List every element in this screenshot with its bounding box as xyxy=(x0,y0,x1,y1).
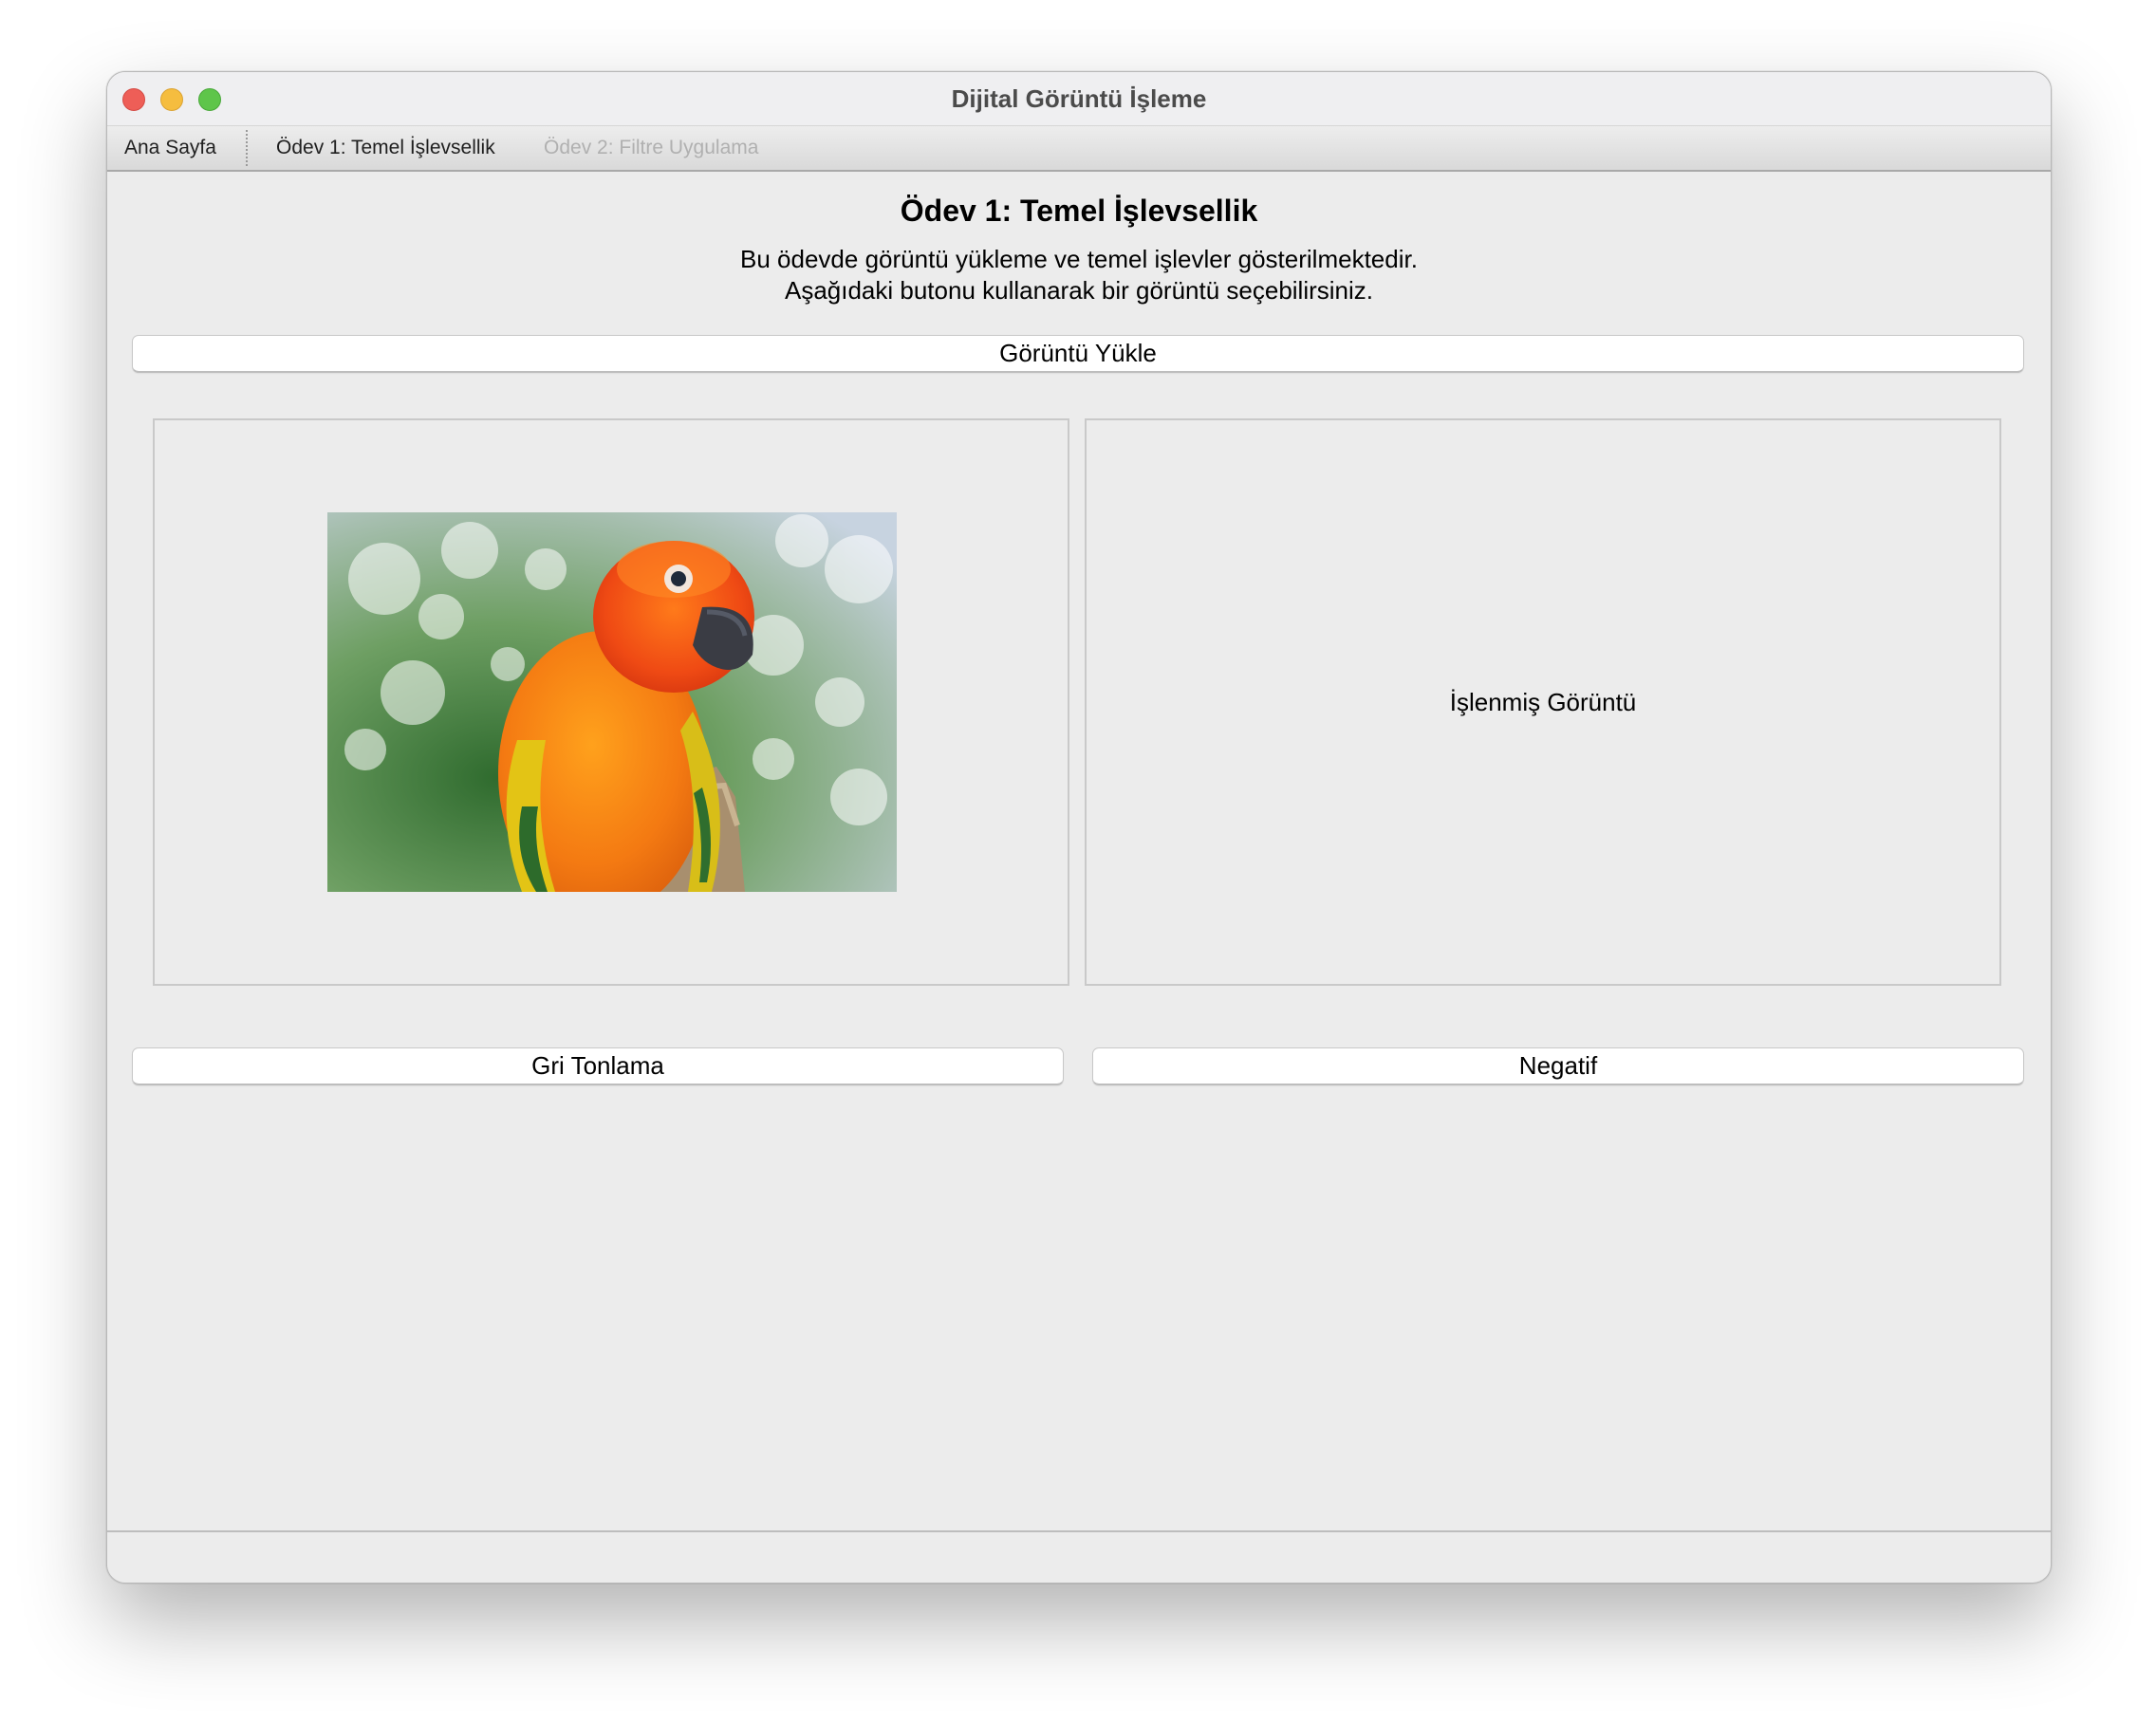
original-image xyxy=(327,512,897,892)
parrot-photo xyxy=(327,512,897,892)
tab-separator xyxy=(246,130,248,166)
page-title: Ödev 1: Temel İşlevsellik xyxy=(900,194,1258,228)
description-line-1: Bu ödevde görüntü yükleme ve temel işlev… xyxy=(740,245,1418,273)
tab-assignment-1[interactable]: Ödev 1: Temel İşlevsellik xyxy=(276,137,495,159)
load-image-button[interactable]: Görüntü Yükle xyxy=(132,335,2024,373)
app-window: Dijital Görüntü İşleme Ana Sayfa Ödev 1:… xyxy=(106,71,2052,1584)
negative-button[interactable]: Negatif xyxy=(1092,1047,2024,1085)
original-image-panel xyxy=(153,418,1069,986)
status-bar-divider xyxy=(107,1530,2051,1532)
processed-image-label: İşlenmiş Görüntü xyxy=(1449,688,1637,716)
window-title: Dijital Görüntü İşleme xyxy=(951,84,1207,113)
tab-bar: Ana Sayfa Ödev 1: Temel İşlevsellik Ödev… xyxy=(107,126,2051,172)
tab-assignment-2: Ödev 2: Filtre Uygulama xyxy=(544,137,759,158)
title-bar[interactable]: Dijital Görüntü İşleme xyxy=(107,72,2051,126)
tab-home[interactable]: Ana Sayfa xyxy=(124,137,216,159)
processed-image-panel: İşlenmiş Görüntü xyxy=(1085,418,2001,986)
description-line-2: Aşağıdaki butonu kullanarak bir görüntü … xyxy=(784,276,1373,305)
grayscale-button[interactable]: Gri Tonlama xyxy=(132,1047,1064,1085)
